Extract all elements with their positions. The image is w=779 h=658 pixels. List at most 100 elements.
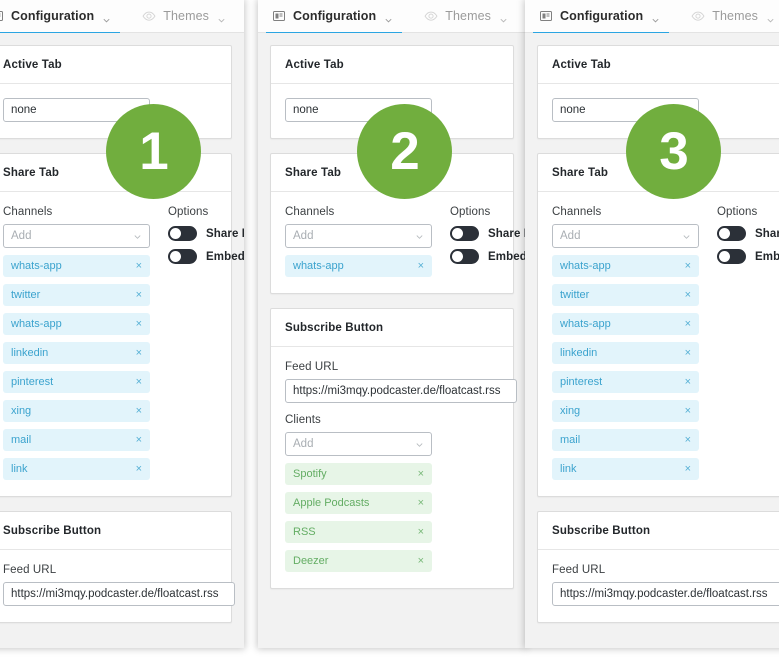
remove-chip-icon[interactable]: × bbox=[418, 555, 424, 567]
tab-themes[interactable]: Themes bbox=[685, 0, 779, 33]
toggle-embed[interactable]: Embed bbox=[717, 249, 779, 264]
toggle-track[interactable] bbox=[717, 226, 746, 241]
remove-chip-icon[interactable]: × bbox=[685, 318, 691, 330]
toggle-share-page[interactable]: Share Page bbox=[168, 226, 244, 241]
client-chip[interactable]: RSS × bbox=[285, 521, 432, 543]
toggle-knob bbox=[452, 228, 463, 239]
channels-add-select[interactable]: Add bbox=[3, 224, 150, 248]
channel-chip[interactable]: linkedin × bbox=[3, 342, 150, 364]
remove-chip-icon[interactable]: × bbox=[136, 434, 142, 446]
chip-label: xing bbox=[11, 405, 32, 417]
toggle-embed[interactable]: Embed bbox=[168, 249, 244, 264]
toggle-track[interactable] bbox=[168, 226, 197, 241]
chevron-down-icon bbox=[384, 12, 393, 22]
channel-chip[interactable]: whats-app × bbox=[3, 255, 150, 277]
select-placeholder: Add bbox=[560, 230, 581, 242]
client-chip[interactable]: Spotify × bbox=[285, 463, 432, 485]
toggle-label: Share Page bbox=[755, 227, 779, 240]
card-body: Channels Add whats-app × twitter × whats-app… bbox=[0, 192, 244, 496]
toggle-knob bbox=[452, 251, 463, 262]
channel-chip[interactable]: twitter × bbox=[3, 284, 150, 306]
channel-chip[interactable]: whats-app × bbox=[3, 313, 150, 335]
eye-icon bbox=[691, 9, 705, 23]
tab-configuration[interactable]: Configuration bbox=[266, 0, 403, 34]
toggle-share-page[interactable]: Share Page bbox=[717, 226, 779, 241]
toggle-knob bbox=[170, 228, 181, 239]
client-chip-list: Spotify × Apple Podcasts × RSS × Deezer × bbox=[285, 463, 499, 572]
options-label: Options bbox=[168, 206, 209, 218]
channel-chip[interactable]: mail × bbox=[552, 429, 699, 451]
client-chip[interactable]: Deezer × bbox=[285, 550, 432, 572]
remove-chip-icon[interactable]: × bbox=[685, 405, 691, 417]
channels-add-select[interactable]: Add bbox=[285, 224, 432, 248]
remove-chip-icon[interactable]: × bbox=[136, 405, 142, 417]
channel-chip[interactable]: whats-app × bbox=[552, 255, 699, 277]
client-chip[interactable]: Apple Podcasts × bbox=[285, 492, 432, 514]
tab-themes[interactable]: Themes bbox=[136, 0, 235, 33]
card-subscribe-button: Subscribe Button Feed URL https://mi3mqy… bbox=[537, 511, 779, 623]
chip-label: Apple Podcasts bbox=[293, 497, 370, 509]
step-badge-2: 2 bbox=[357, 104, 452, 199]
channel-chip[interactable]: link × bbox=[3, 458, 150, 480]
feed-url-input[interactable]: https://mi3mqy.podcaster.de/floatcast.rs… bbox=[3, 582, 235, 606]
channel-chip[interactable]: whats-app × bbox=[552, 313, 699, 335]
chip-label: twitter bbox=[560, 289, 590, 301]
channels-column: Channels Add whats-app × twitter × whats-app… bbox=[3, 206, 150, 480]
channel-chip[interactable]: pinterest × bbox=[3, 371, 150, 393]
feed-url-value: https://mi3mqy.podcaster.de/floatcast.rs… bbox=[560, 588, 768, 600]
tab-bar: Configuration Themes bbox=[258, 0, 526, 34]
remove-chip-icon[interactable]: × bbox=[136, 376, 142, 388]
channel-chip-list: whats-app × twitter × whats-app × linkedin × pin… bbox=[3, 255, 150, 480]
channels-label: Channels bbox=[552, 206, 602, 218]
channel-chip[interactable]: link × bbox=[552, 458, 699, 480]
channels-add-select[interactable]: Add bbox=[552, 224, 699, 248]
tab-label: Themes bbox=[712, 9, 758, 23]
remove-chip-icon[interactable]: × bbox=[136, 463, 142, 475]
channel-chip[interactable]: mail × bbox=[3, 429, 150, 451]
feed-url-input[interactable]: https://mi3mqy.podcaster.de/floatcast.rs… bbox=[285, 379, 517, 403]
remove-chip-icon[interactable]: × bbox=[685, 289, 691, 301]
toggle-embed[interactable]: Embed bbox=[450, 249, 526, 264]
toggle-track[interactable] bbox=[450, 226, 479, 241]
chip-label: link bbox=[560, 463, 577, 475]
tab-configuration[interactable]: Configuration bbox=[0, 0, 121, 34]
remove-chip-icon[interactable]: × bbox=[136, 289, 142, 301]
channel-chip[interactable]: linkedin × bbox=[552, 342, 699, 364]
channel-chip[interactable]: whats-app × bbox=[285, 255, 432, 277]
channels-column: Channels Add whats-app × twitter × whats-app… bbox=[552, 206, 699, 480]
chip-label: twitter bbox=[11, 289, 41, 301]
select-value: none bbox=[293, 104, 319, 116]
remove-chip-icon[interactable]: × bbox=[418, 497, 424, 509]
channel-chip[interactable]: pinterest × bbox=[552, 371, 699, 393]
remove-chip-icon[interactable]: × bbox=[685, 463, 691, 475]
remove-chip-icon[interactable]: × bbox=[685, 434, 691, 446]
channel-chip[interactable]: twitter × bbox=[552, 284, 699, 306]
remove-chip-icon[interactable]: × bbox=[136, 318, 142, 330]
feed-url-input[interactable]: https://mi3mqy.podcaster.de/floatcast.rs… bbox=[552, 582, 779, 606]
toggle-track[interactable] bbox=[717, 249, 746, 264]
channel-chip[interactable]: xing × bbox=[3, 400, 150, 422]
chip-label: whats-app bbox=[293, 260, 344, 272]
remove-chip-icon[interactable]: × bbox=[685, 260, 691, 272]
remove-chip-icon[interactable]: × bbox=[685, 347, 691, 359]
tab-themes[interactable]: Themes bbox=[418, 0, 517, 33]
tab-configuration[interactable]: Configuration bbox=[533, 0, 670, 34]
configuration-icon bbox=[272, 9, 286, 23]
chip-label: linkedin bbox=[560, 347, 598, 359]
toggle-share-page[interactable]: Share Page bbox=[450, 226, 526, 241]
remove-chip-icon[interactable]: × bbox=[685, 376, 691, 388]
options-column: Options Share Page Embed bbox=[168, 206, 244, 480]
toggle-track[interactable] bbox=[450, 249, 479, 264]
toggle-track[interactable] bbox=[168, 249, 197, 264]
remove-chip-icon[interactable]: × bbox=[418, 260, 424, 272]
channel-chip[interactable]: xing × bbox=[552, 400, 699, 422]
remove-chip-icon[interactable]: × bbox=[136, 260, 142, 272]
remove-chip-icon[interactable]: × bbox=[418, 468, 424, 480]
card-title: Active Tab bbox=[271, 46, 513, 84]
card-title: Active Tab bbox=[538, 46, 779, 84]
toggle-label: Share Page bbox=[488, 227, 526, 240]
clients-add-select[interactable]: Add bbox=[285, 432, 432, 456]
remove-chip-icon[interactable]: × bbox=[136, 347, 142, 359]
configuration-icon bbox=[539, 9, 553, 23]
remove-chip-icon[interactable]: × bbox=[418, 526, 424, 538]
